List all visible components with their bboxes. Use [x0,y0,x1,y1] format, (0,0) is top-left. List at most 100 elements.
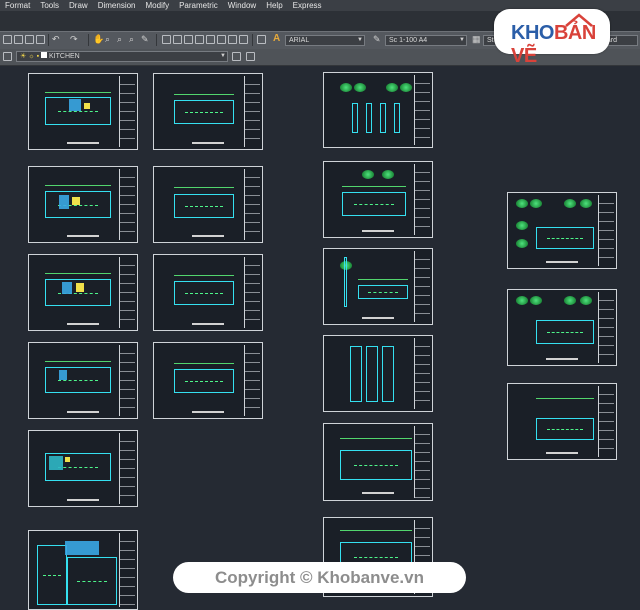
toolbar-separator [252,34,253,46]
drawing-sheet[interactable] [153,166,263,243]
toolbar-separator [156,34,157,46]
zoom-previous-icon[interactable]: ⌕ [129,34,134,45]
title-block [119,433,135,504]
sheet-caption [66,235,100,237]
column-detail [394,103,400,133]
plan-fill [59,370,67,380]
khobanve-logo: KHOBẢN VẼ [494,9,610,67]
tool-palettes-icon[interactable] [184,35,193,44]
open-file-icon[interactable] [14,35,23,44]
design-center-icon[interactable] [173,35,182,44]
block-editor-icon[interactable] [228,35,237,44]
plan-fill [62,282,72,294]
new-file-icon[interactable] [3,35,12,44]
title-block [119,533,135,607]
drawing-sheet[interactable] [153,342,263,419]
dimension-line [45,273,111,274]
layer-previous-icon[interactable] [246,52,255,61]
drawing-sheet[interactable] [507,192,617,269]
dimension-line [45,361,111,362]
drawing-sheet[interactable] [28,166,138,243]
floor-plan [174,281,234,305]
drawing-sheet[interactable] [153,254,263,331]
drawing-sheet[interactable] [153,73,263,150]
print-icon[interactable] [36,35,45,44]
detail-symbol [580,296,592,305]
menu-parametric[interactable]: Parametric [174,0,223,11]
menu-express[interactable]: Express [288,0,327,11]
sheet-set-icon[interactable] [195,35,204,44]
drawing-sheet[interactable] [28,530,138,610]
drawing-sheet[interactable] [28,430,138,507]
title-block [244,345,260,416]
menu-draw[interactable]: Draw [64,0,93,11]
detail-symbol [516,296,528,305]
drawing-sheet[interactable] [323,72,433,148]
detail-symbol [354,83,366,92]
properties-icon[interactable] [162,35,171,44]
attribute-icon[interactable] [239,35,248,44]
title-block [244,76,260,147]
dimension-line [174,94,234,95]
menu-dimension[interactable]: Dimension [93,0,141,11]
help-icon[interactable] [257,35,266,44]
title-block [414,426,430,498]
match-properties-icon[interactable]: ✎ [141,34,149,45]
table-style-icon[interactable]: ▦ [472,34,481,45]
save-icon[interactable] [25,35,34,44]
drawing-sheet[interactable] [323,161,433,238]
section-drawing [340,450,412,480]
menu-tools[interactable]: Tools [35,0,64,11]
detail-symbol [580,199,592,208]
title-block [414,75,430,145]
detail-grid [366,346,378,402]
drawing-sheet[interactable] [28,342,138,419]
pan-icon[interactable]: ✋ [93,34,104,45]
dimension-style-icon[interactable]: ✎ [373,34,381,45]
menu-modify[interactable]: Modify [141,0,175,11]
drawing-sheet[interactable] [323,335,433,412]
column-detail [380,103,386,133]
sheet-caption [66,323,100,325]
text-style-combo[interactable]: ARIAL ▼ [285,35,365,46]
markup-icon[interactable] [206,35,215,44]
layer-combo[interactable]: ☀ ☼ ▪ KITCHEN ▼ [16,51,228,62]
menu-help[interactable]: Help [261,0,287,11]
make-current-layer-icon[interactable] [232,52,241,61]
plan-fill [59,195,69,209]
text-style-icon[interactable]: A [273,33,280,44]
layer-color-swatch [41,52,48,58]
menu-window[interactable]: Window [223,0,261,11]
column-detail [352,103,358,133]
dimension-line [340,530,412,531]
elevation-drawing [37,545,67,605]
drawing-sheet[interactable] [28,73,138,150]
plan-highlight [84,103,90,109]
title-block [598,195,614,266]
zoom-realtime-icon[interactable]: ⌕ [105,34,110,45]
layer-name-value: KITCHEN [49,53,80,60]
dimension-line [340,438,412,439]
lightbulb-icon: ☀ [20,53,27,60]
quick-calc-icon[interactable] [217,35,226,44]
layer-properties-icon[interactable] [3,52,12,61]
sheet-caption [545,358,579,360]
drawing-sheet[interactable] [323,248,433,325]
column-detail [344,257,347,307]
detail-symbol [400,83,412,92]
detail-grid [350,346,362,402]
redo-icon[interactable]: ↷ [70,34,78,45]
drawing-sheet[interactable] [28,254,138,331]
zoom-window-icon[interactable]: ⌕ [117,34,122,45]
detail-symbol [564,199,576,208]
dimension-style-value: Sc 1-100 A4 [389,37,428,44]
drawing-sheet[interactable] [323,423,433,501]
detail-symbol [516,199,528,208]
dimension-style-combo[interactable]: Sc 1-100 A4 ▼ [385,35,467,46]
drawing-canvas[interactable] [0,66,640,610]
drawing-sheet[interactable] [507,289,617,366]
logo-text-part1: KHO [511,22,554,44]
menu-format[interactable]: Format [0,0,35,11]
drawing-sheet[interactable] [507,383,617,460]
undo-icon[interactable]: ↶ [52,34,60,45]
